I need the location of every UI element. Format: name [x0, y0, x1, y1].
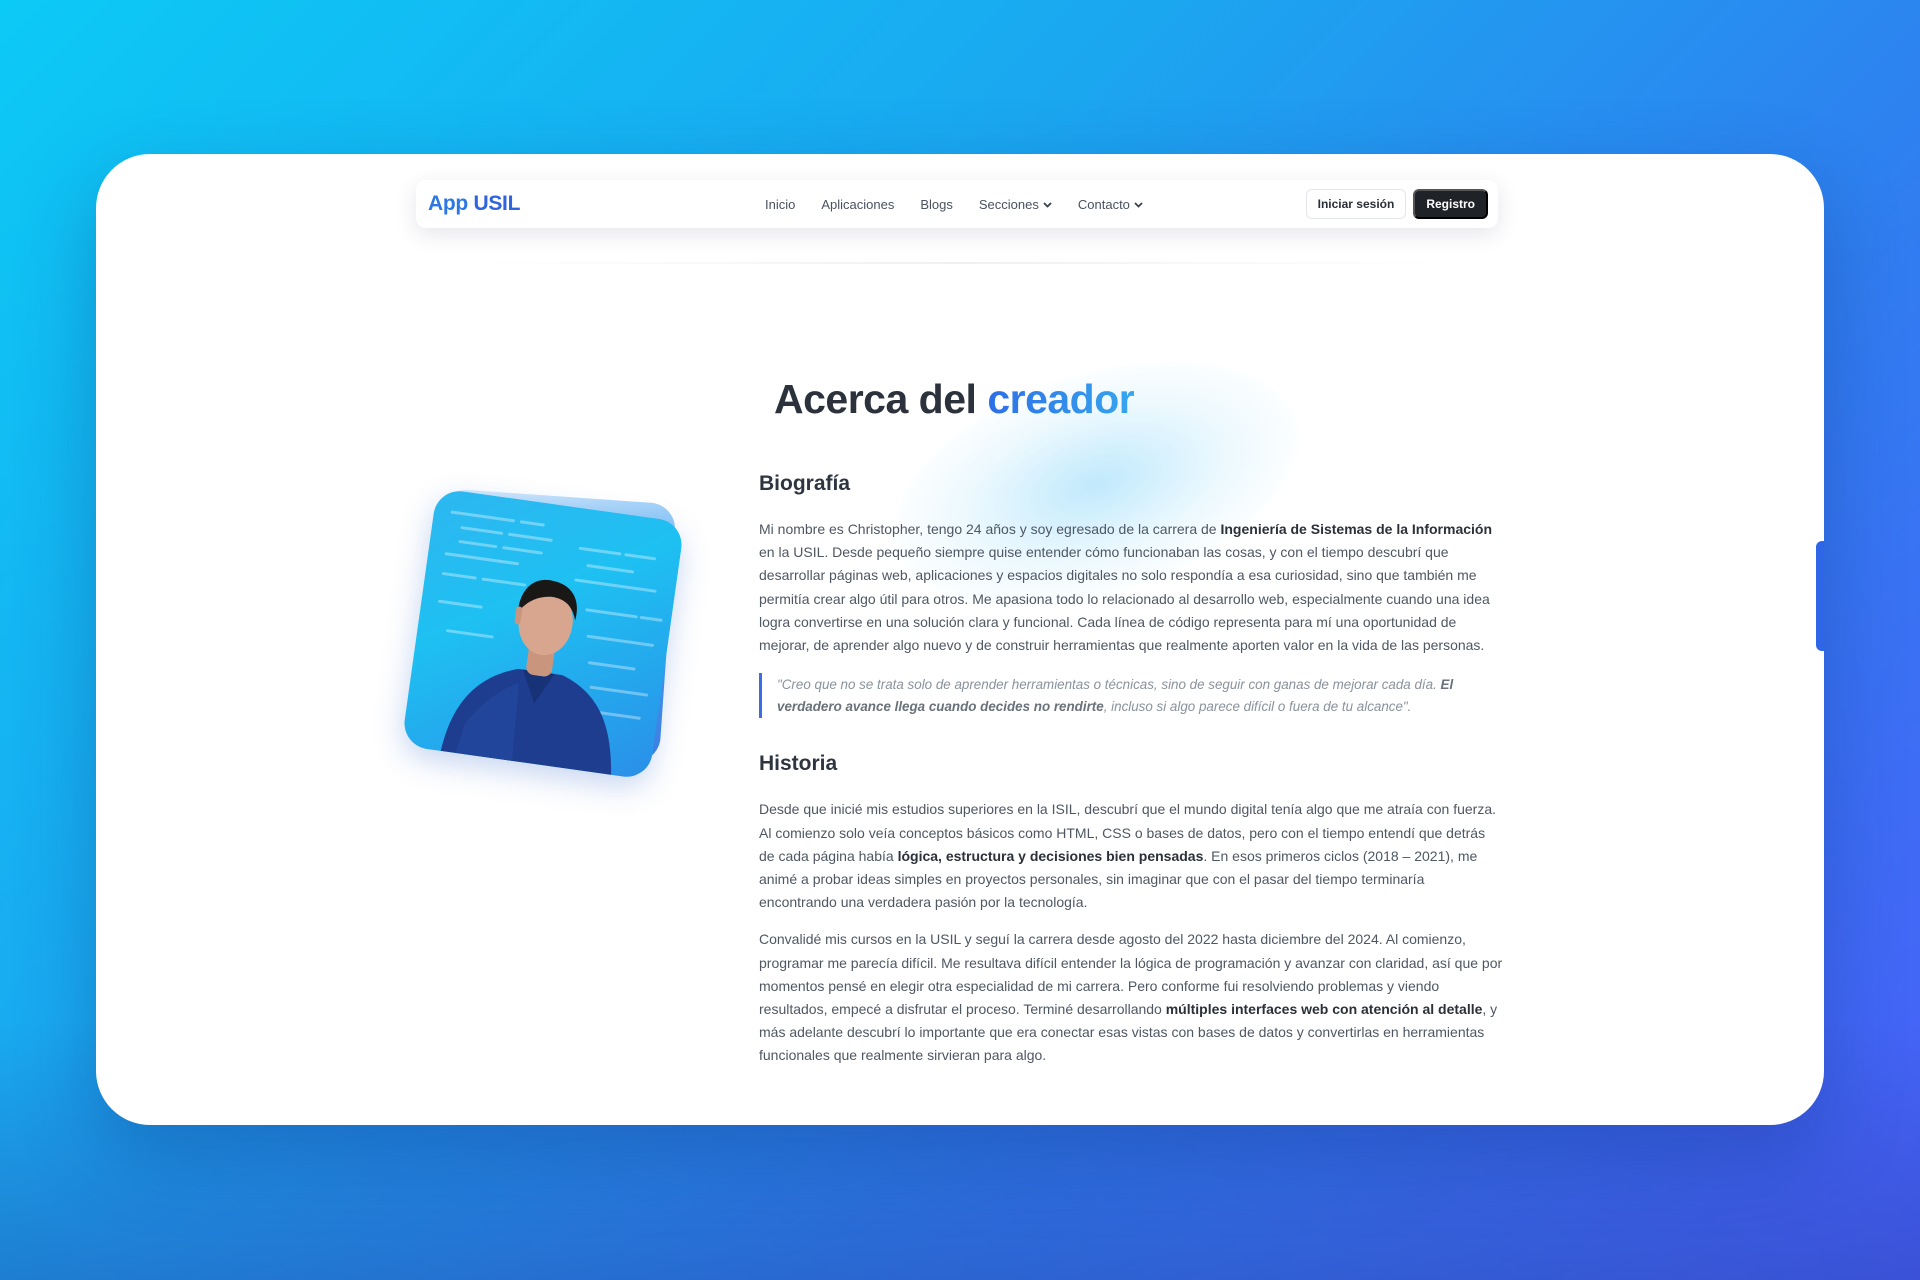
logo-text-usil: USIL — [473, 192, 521, 215]
historia-paragraph-1: Desde que inicié mis estudios superiores… — [759, 798, 1503, 914]
quote-block: "Creo que no se trata solo de aprender h… — [759, 673, 1503, 719]
nav-dropdown-secciones[interactable]: Secciones — [979, 197, 1052, 212]
nav-dropdown-contacto[interactable]: Contacto — [1078, 197, 1143, 212]
text-span: Mi nombre es Christopher, tengo 24 años … — [759, 521, 1221, 537]
section-heading-historia: Historia — [759, 752, 838, 776]
nav-link-aplicaciones[interactable]: Aplicaciones — [821, 197, 894, 212]
chevron-down-icon — [1043, 202, 1052, 208]
browser-window: App USIL Inicio Aplicaciones Blogs Secci… — [96, 154, 1824, 1125]
register-button[interactable]: Registro — [1413, 189, 1488, 219]
historia-paragraph-2: Convalidé mis cursos en la USIL y seguí … — [759, 928, 1503, 1067]
page-title-main: Acerca del — [774, 376, 977, 422]
section-heading-biografia: Biografía — [759, 472, 851, 495]
nav-dropdown-contacto-label: Contacto — [1077, 196, 1130, 212]
top-navbar: App USIL Inicio Aplicaciones Blogs Secci… — [416, 180, 1498, 228]
brand-logo[interactable]: App USIL — [428, 192, 520, 216]
text-span: en la USIL. Desde pequeño siempre quise … — [759, 544, 1490, 654]
nav-actions: Iniciar sesión Registro — [1305, 180, 1488, 228]
chevron-down-icon — [1134, 202, 1143, 208]
scrollbar-thumb[interactable] — [1816, 541, 1824, 651]
nav-link-inicio[interactable]: Inicio — [765, 197, 795, 212]
login-button[interactable]: Iniciar sesión — [1305, 189, 1407, 219]
quote-text: , incluso si algo parece difícil o fuera… — [1103, 698, 1412, 714]
nav-links: Inicio Aplicaciones Blogs Secciones Cont… — [765, 180, 1143, 228]
biografia-paragraph: Mi nombre es Christopher, tengo 24 años … — [759, 518, 1503, 657]
bold-text: Ingeniería de Sistemas de la Información — [1220, 521, 1493, 537]
page-title-accent: creador — [987, 376, 1135, 422]
bold-text: lógica, estructura y decisiones bien pen… — [897, 847, 1204, 864]
photo-card — [401, 487, 685, 781]
nav-dropdown-secciones-label: Secciones — [978, 196, 1039, 212]
page-title: Acerca del creador — [774, 376, 1135, 423]
quote-text: "Creo que no se trata solo de aprender h… — [777, 677, 1441, 693]
about-content: Biografía Mi nombre es Christopher, teng… — [759, 472, 1503, 1068]
creator-photo — [401, 484, 686, 781]
bold-text: múltiples interfaces web con atención al… — [1165, 1001, 1483, 1018]
navbar-divider — [486, 262, 1436, 264]
logo-text-app: App — [428, 192, 468, 215]
creator-portrait — [440, 579, 612, 775]
nav-link-blogs[interactable]: Blogs — [920, 197, 953, 212]
